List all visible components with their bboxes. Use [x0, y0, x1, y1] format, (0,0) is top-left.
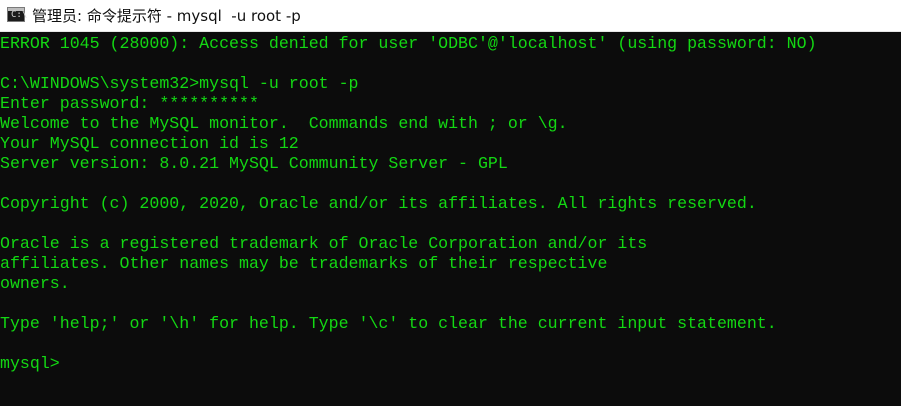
command-prompt-window: C:\ 管理员: 命令提示符 - mysql -u root -p ERROR … [0, 0, 901, 406]
mysql-prompt[interactable]: mysql> [0, 354, 901, 374]
cmd-icon: C:\ [7, 7, 28, 22]
console-line [0, 54, 901, 74]
console-line: affiliates. Other names may be trademark… [0, 254, 608, 273]
console-line: Welcome to the MySQL monitor. Commands e… [0, 114, 568, 133]
title-bar[interactable]: C:\ 管理员: 命令提示符 - mysql -u root -p [0, 0, 901, 32]
console-line: Oracle is a registered trademark of Orac… [0, 234, 648, 253]
console-line [0, 334, 901, 354]
console-line: Type 'help;' or '\h' for help. Type '\c'… [0, 314, 777, 333]
console-line [0, 174, 901, 194]
console-line: Your MySQL connection id is 12 [0, 134, 299, 153]
console-output[interactable]: ERROR 1045 (28000): Access denied for us… [0, 33, 901, 406]
console-line: Copyright (c) 2000, 2020, Oracle and/or … [0, 194, 757, 213]
console-line: Server version: 8.0.21 MySQL Community S… [0, 154, 508, 173]
console-line: ERROR 1045 (28000): Access denied for us… [0, 34, 817, 53]
console-line: C:\WINDOWS\system32>mysql -u root -p [0, 74, 359, 93]
console-line [0, 294, 901, 314]
console-line: Enter password: ********** [0, 94, 259, 113]
console-line [0, 214, 901, 234]
console-line: owners. [0, 274, 70, 293]
cmd-icon-glyph: C:\ [11, 10, 28, 20]
window-title: 管理员: 命令提示符 - mysql -u root -p [32, 7, 301, 25]
